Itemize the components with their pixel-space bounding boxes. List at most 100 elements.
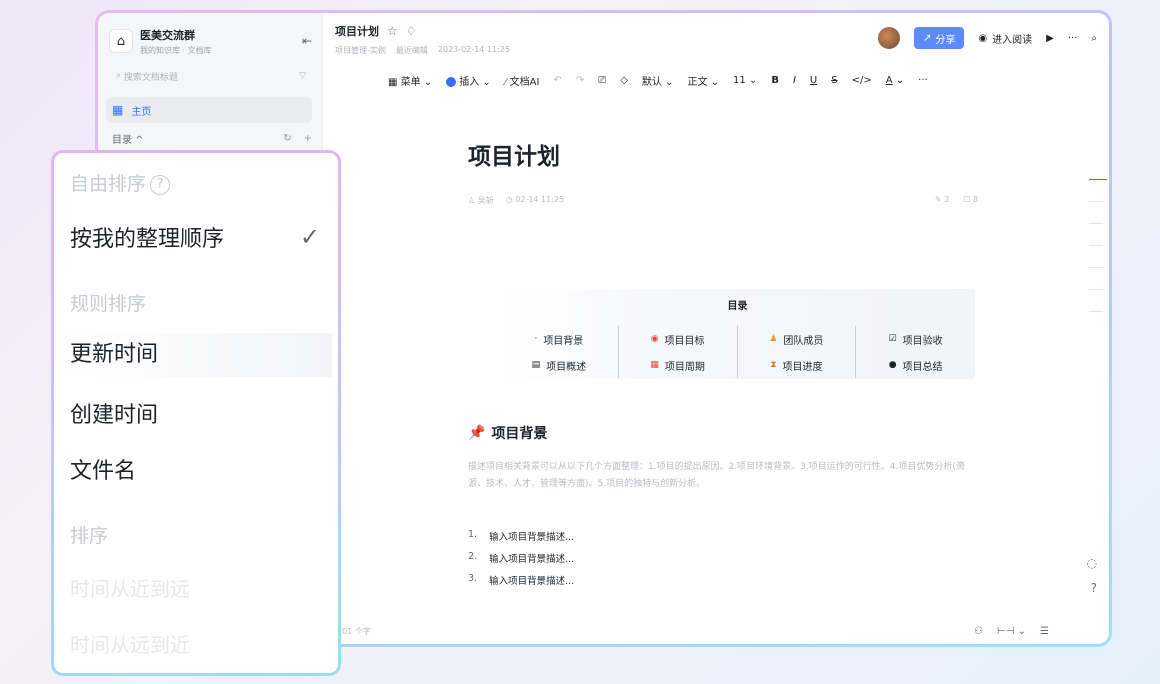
style-select[interactable]: 正文 ⌄ <box>687 73 719 88</box>
bold-button[interactable]: B <box>771 75 779 86</box>
home-icon[interactable]: ⌂ <box>110 30 132 52</box>
toolbar-more-icon[interactable]: ··· <box>918 75 928 86</box>
toc-item[interactable]: ● 项目总结 <box>856 352 975 378</box>
eraser-icon[interactable]: ◇ <box>620 75 628 86</box>
directory-tools: ↻ + <box>283 133 312 144</box>
read-mode-button[interactable]: ◉ 进入阅读 <box>978 31 1032 46</box>
outline-marker <box>1089 245 1103 246</box>
order-label: 排序 <box>70 525 109 547</box>
search-icon[interactable]: ⌕ <box>1091 33 1097 44</box>
edits-count[interactable]: ✎ 3 <box>935 195 949 206</box>
word-count: 201 个字 <box>337 626 371 636</box>
hourglass-icon: ⧗ <box>770 360 777 370</box>
comments-count[interactable]: ☐ 8 <box>963 195 978 206</box>
sort-option-my-order[interactable]: 按我的整理顺序 <box>70 221 224 253</box>
chat-icon[interactable]: ◌ <box>1087 556 1097 570</box>
status-bar: 201 个字 ⚇ ⊢⊣ ⌄ ☰ <box>323 618 1109 644</box>
toc-item-label: 项目目标 <box>664 335 705 347</box>
doc-ai-button[interactable]: ⁄ 文档AI <box>505 73 540 88</box>
microphone-icon: ● <box>888 360 897 370</box>
color-label: A <box>885 75 893 86</box>
bell-icon[interactable]: ♢ <box>406 24 417 38</box>
sidebar-item-home[interactable]: ▦ 主页 <box>106 97 312 123</box>
outline-rail[interactable] <box>1089 179 1109 333</box>
list-number: 1. <box>468 529 478 540</box>
ordered-list: 1. 输入项目背景描述... 2. 输入项目背景描述... 3. 输入项目背景描述..… <box>468 529 978 595</box>
collaborators-icon[interactable]: ⚇ <box>974 626 983 637</box>
doc-header-title: 项目计划 <box>335 25 379 38</box>
sidebar-header: ⌂ 医美交流群 我的知识库 · 文档库 ⇤ <box>98 13 322 57</box>
play-icon[interactable]: ▶ <box>1046 33 1054 44</box>
free-sort-label: 自由排序? <box>70 169 171 196</box>
date-text: 02-14 11:25 <box>515 195 565 204</box>
help-icon[interactable]: ? <box>1091 581 1097 595</box>
italic-button[interactable]: I <box>793 75 796 86</box>
rule-sort-label: 规则排序 <box>70 293 147 315</box>
list-text: 输入项目背景描述... <box>489 532 575 543</box>
list-item[interactable]: 1. 输入项目背景描述... <box>468 529 978 551</box>
toc-column: ◉ 项目目标 ▦ 项目周期 <box>619 326 738 378</box>
sidebar-search[interactable]: ⌕ 搜索文档标题 ▽ <box>110 65 312 87</box>
doc-header-meta: 项目管理-实例 最近编辑 2023-02-14 11:25 <box>335 45 510 56</box>
toc-item[interactable]: ◉ 项目目标 <box>619 326 737 352</box>
font-select[interactable]: 默认 ⌄ <box>642 73 674 88</box>
list-item[interactable]: 2. 输入项目背景描述... <box>468 551 978 573</box>
font-size-label: 11 <box>733 75 746 86</box>
ai-label: 文档AI <box>509 77 540 88</box>
menu-button[interactable]: ▦ 菜单 ⌄ <box>388 73 432 88</box>
sort-option-file-name[interactable]: 文件名 <box>70 453 136 485</box>
directory-header[interactable]: 目录 ^ ↻ + <box>112 131 312 146</box>
avatar[interactable] <box>878 27 901 49</box>
toc-item[interactable]: ▦ 项目周期 <box>619 352 737 378</box>
add-icon[interactable]: + <box>304 133 312 144</box>
toc-item[interactable]: ♟ 团队成员 <box>738 326 856 352</box>
sort-option-create-time[interactable]: 创建时间 <box>70 397 158 429</box>
section-description[interactable]: 描述项目相关背景可以从以下几个方面整理：1.项目的提出原因。2.项目环境背景。3… <box>468 459 978 493</box>
toc-item[interactable]: ☑ 项目验收 <box>856 326 975 352</box>
filter-icon[interactable]: ▽ <box>299 71 306 81</box>
page-title[interactable]: 项目计划 <box>468 137 978 171</box>
more-icon[interactable]: ··· <box>1068 33 1078 44</box>
directory-label: 目录 ^ <box>112 135 144 146</box>
clock-icon: ◷ <box>505 195 516 204</box>
list-item[interactable]: 3. 输入项目背景描述... <box>468 573 978 595</box>
collapse-sidebar-icon[interactable]: ⇤ <box>302 34 312 48</box>
toc-grid: · 项目背景 ▤ 项目概述 ◉ 项目目标 ▦ 项目周期 ♟ 团队成员 ⧗ 项目进度 ☑ 项目验… <box>500 326 975 378</box>
doc-path[interactable]: 项目管理-实例 <box>335 45 386 56</box>
redo-icon[interactable]: ↷ <box>576 75 584 86</box>
toc-item-label: 团队成员 <box>783 335 824 347</box>
undo-icon[interactable]: ↶ <box>553 75 561 86</box>
toc-column: · 项目背景 ▤ 项目概述 <box>500 326 619 378</box>
sort-option-update-time[interactable]: 更新时间 <box>54 333 332 377</box>
checkbox-icon: ☑ <box>888 334 897 344</box>
toc-item[interactable]: ⧗ 项目进度 <box>738 352 856 378</box>
insert-button[interactable]: 插入 ⌄ <box>446 73 491 88</box>
underline-button[interactable]: U <box>810 75 817 86</box>
format-painter-icon[interactable]: ⎚ <box>598 75 606 86</box>
help-icon[interactable]: ? <box>150 174 171 195</box>
toc-item[interactable]: · 项目背景 <box>500 326 618 352</box>
style-label: 正文 <box>687 77 708 88</box>
toc-item[interactable]: ▤ 项目概述 <box>500 352 618 378</box>
outline-marker <box>1089 201 1103 202</box>
insert-label: 插入 <box>459 77 480 88</box>
star-icon[interactable]: ☆ <box>387 24 398 38</box>
order-option-far-to-near[interactable]: 时间从远到近 <box>70 629 190 658</box>
outline-icon[interactable]: ☰ <box>1040 626 1049 637</box>
text-color-button[interactable]: A ⌄ <box>886 75 904 86</box>
toc-title: 目录 <box>727 301 748 312</box>
font-size-select[interactable]: 11 ⌄ <box>733 75 757 86</box>
order-option-near-to-far[interactable]: 时间从近到远 <box>70 573 190 602</box>
section-heading[interactable]: 📌 项目背景 <box>468 423 978 443</box>
strike-button[interactable]: S <box>831 75 837 86</box>
refresh-icon[interactable]: ↻ <box>283 133 291 144</box>
doc-header-title-row: 项目计划 ☆ ♢ <box>335 23 510 39</box>
code-button[interactable]: </> <box>852 75 872 86</box>
author-name: 吴斩 <box>477 196 494 205</box>
search-icon: ⌕ <box>116 71 124 81</box>
outline-marker <box>1089 223 1103 224</box>
width-icon[interactable]: ⊢⊣ ⌄ <box>997 626 1026 637</box>
share-button[interactable]: ↗ 分享 <box>914 27 965 49</box>
section-background: 📌 项目背景 描述项目相关背景可以从以下几个方面整理：1.项目的提出原因。2.项… <box>468 423 978 595</box>
eye-icon: ◉ <box>978 32 988 44</box>
